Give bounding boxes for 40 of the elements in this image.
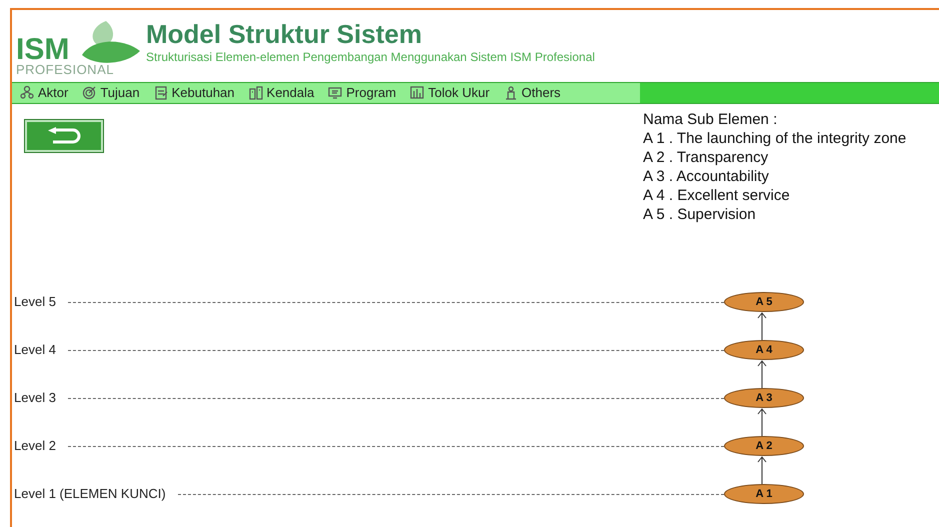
menu-item-icon xyxy=(248,86,263,100)
menu-item[interactable]: Others xyxy=(500,83,565,103)
logo-subtext: PROFESIONAL xyxy=(16,63,114,76)
element-node: A 3 xyxy=(724,388,804,408)
sub-element-item: A 3 . Accountability xyxy=(643,167,770,186)
menu-item-icon xyxy=(328,86,342,100)
level-label: Level 5 xyxy=(14,293,57,312)
app-title: Model Struktur Sistem xyxy=(146,21,423,47)
level-label: Level 3 xyxy=(14,389,57,408)
menu-item[interactable]: Kebutuhan xyxy=(150,83,239,103)
arrow-connector xyxy=(757,360,767,388)
element-node: A 1 xyxy=(724,484,804,504)
app-subtitle: Strukturisasi Elemen-elemen Pengembangan Menggunakan Sistem ISM Profesional xyxy=(146,51,595,63)
element-node: A 5 xyxy=(724,292,804,312)
menu-item-icon xyxy=(410,86,424,100)
level-label: Level 2 xyxy=(14,437,57,456)
sub-element-item: A 4 . Excellent service xyxy=(643,186,791,205)
arrow-connector xyxy=(757,408,767,436)
menu-item-icon xyxy=(20,86,34,100)
menu-item-icon xyxy=(154,86,168,100)
menu-item[interactable]: Kendala xyxy=(244,83,318,103)
menu-item[interactable]: Tujuan xyxy=(78,83,144,103)
menu-item-icon xyxy=(82,86,96,100)
sub-element-item: A 2 . Transparency xyxy=(643,148,770,167)
sub-element-item: A 5 . Supervision xyxy=(643,205,757,224)
menu-item[interactable]: Tolok Ukur xyxy=(406,83,494,103)
sub-element-item: A 1 . The launching of the integrity zone xyxy=(643,129,906,148)
menu-item[interactable]: Program xyxy=(324,83,400,103)
arrow-connector xyxy=(757,456,767,484)
sub-element-heading: Nama Sub Elemen : xyxy=(643,110,778,129)
element-node: A 2 xyxy=(724,436,804,456)
arrow-connector xyxy=(757,312,767,340)
logo-text: ISM xyxy=(16,35,70,65)
level-label: Level 4 xyxy=(14,341,57,360)
logo-icon xyxy=(82,21,140,65)
menu-item-icon xyxy=(504,86,518,100)
back-button[interactable] xyxy=(25,120,103,152)
element-node: A 4 xyxy=(724,340,804,360)
menu-item[interactable]: Aktor xyxy=(16,83,72,103)
level-label: Level 1 (ELEMEN KUNCI) xyxy=(14,485,167,504)
